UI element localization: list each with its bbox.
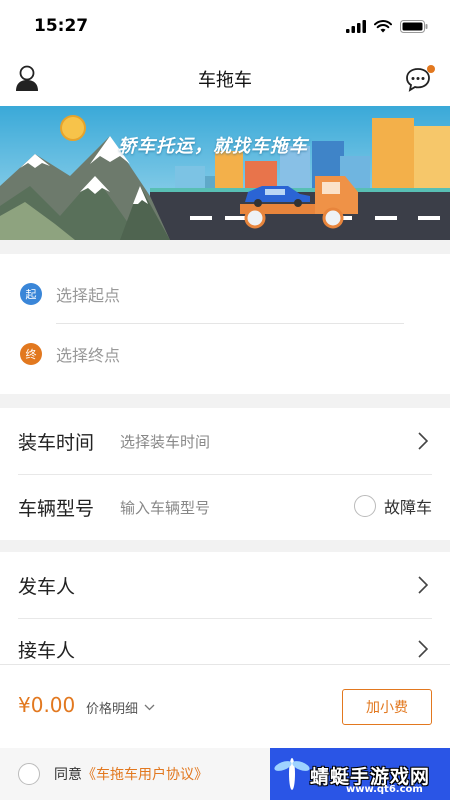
breakdown-toggle[interactable]: 故障车 [353,494,432,518]
load-time-value[interactable]: 选择装车时间 [120,431,210,452]
message-icon[interactable] [404,64,436,94]
price-amount: ¥0.00 [18,693,76,717]
price-bar: ¥0.00 价格明细 加小费 [0,664,450,748]
end-badge: 终 [20,343,42,365]
vehicle-model-label: 车辆型号 [18,497,95,520]
agreement-radio[interactable] [18,763,40,785]
breakdown-radio[interactable] [353,495,376,517]
signal-icon [346,19,366,33]
receiver-row[interactable]: 接车人 [0,618,450,664]
vehicle-model-input[interactable]: 输入车辆型号 [120,497,210,518]
sender-label: 发车人 [18,575,76,598]
receiver-label: 接车人 [18,640,76,662]
add-tip-button[interactable]: 加小费 [342,689,432,725]
load-time-row[interactable]: 装车时间 选择装车时间 [0,408,450,474]
price-detail-label: 价格明细 [86,702,139,717]
start-point-row[interactable]: 起 选择起点 [0,264,450,324]
banner-illustration [0,106,450,240]
start-point-input[interactable]: 选择起点 [56,282,120,306]
status-time: 15:27 [34,16,89,36]
nav-bar: 车拖车 [0,52,450,106]
page-title: 车拖车 [198,70,252,91]
user-agreement-link[interactable]: 《车拖车用户协议》 [82,764,208,784]
chevron-right-icon [418,576,428,594]
breakdown-label: 故障车 [383,498,432,517]
status-icons [346,19,428,33]
dragonfly-logo [274,758,310,790]
chevron-right-icon [418,640,428,658]
vehicle-model-row: 车辆型号 输入车辆型号 故障车 [0,474,450,540]
start-badge: 起 [20,283,42,305]
status-bar: 15:27 [0,0,450,52]
price-detail-toggle[interactable]: 价格明细 [86,698,155,717]
user-icon[interactable] [14,64,40,92]
people-card: 发车人 接车人 [0,552,450,664]
end-point-row[interactable]: 终 选择终点 [0,324,450,384]
wifi-icon [374,19,392,32]
route-card: 起 选择起点 终 选择终点 [0,254,450,394]
submit-panel[interactable]: 蜻蜓手游戏网 www.qt6.com [270,748,450,800]
banner-slogan: 轿车托运，就找车拖车 [118,136,308,157]
promo-banner[interactable]: 轿车托运，就找车拖车 [0,106,450,240]
agreement-bar: 同意 《车拖车用户协议》 [0,748,270,800]
agreement-prefix: 同意 [54,767,82,783]
chevron-right-icon [418,432,428,450]
end-point-input[interactable]: 选择终点 [56,342,120,366]
battery-icon [400,19,428,33]
vehicle-info-card: 装车时间 选择装车时间 车辆型号 输入车辆型号 故障车 [0,408,450,540]
sender-row[interactable]: 发车人 [0,552,450,618]
watermark-url: www.qt6.com [346,784,423,795]
chevron-down-icon [144,704,155,711]
load-time-label: 装车时间 [18,431,95,454]
